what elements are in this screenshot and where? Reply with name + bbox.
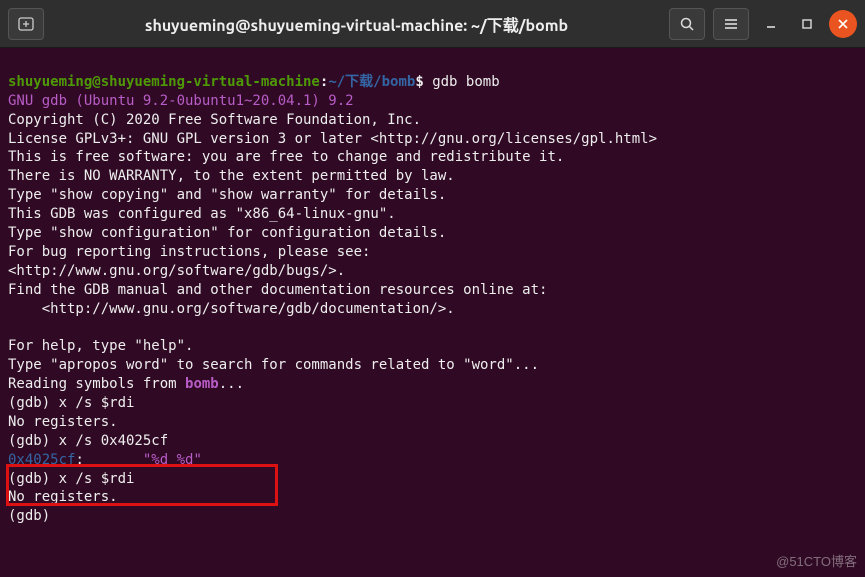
maximize-button[interactable] bbox=[793, 10, 821, 38]
minimize-icon bbox=[765, 18, 777, 30]
memory-address: 0x4025cf bbox=[8, 452, 75, 468]
symbol-file: bomb bbox=[185, 376, 219, 392]
terminal-line: Type "apropos word" to search for comman… bbox=[8, 357, 539, 373]
minimize-button[interactable] bbox=[757, 10, 785, 38]
terminal-line: : bbox=[75, 452, 142, 468]
new-tab-icon bbox=[18, 17, 34, 31]
terminal-line: For help, type "help". bbox=[8, 338, 193, 354]
terminal-line: <http://www.gnu.org/software/gdb/documen… bbox=[8, 301, 455, 317]
terminal-line: Find the GDB manual and other documentat… bbox=[8, 282, 547, 298]
terminal-line: <http://www.gnu.org/software/gdb/bugs/>. bbox=[8, 263, 345, 279]
terminal-line: Type "show configuration" for configurat… bbox=[8, 225, 446, 241]
hamburger-menu-button[interactable] bbox=[713, 8, 749, 40]
close-icon bbox=[837, 18, 849, 30]
terminal-line: No registers. bbox=[8, 414, 118, 430]
maximize-icon bbox=[801, 18, 813, 30]
terminal-line: This is free software: you are free to c… bbox=[8, 149, 564, 165]
terminal-line: There is NO WARRANTY, to the extent perm… bbox=[8, 168, 455, 184]
terminal-line: For bug reporting instructions, please s… bbox=[8, 244, 370, 260]
gdb-prompt-line: (gdb) x /s 0x4025cf bbox=[8, 433, 168, 449]
terminal-line: This GDB was configured as "x86_64-linux… bbox=[8, 206, 396, 222]
terminal-line: ... bbox=[219, 376, 244, 392]
gdb-prompt-line: (gdb) x /s $rdi bbox=[8, 471, 134, 487]
terminal-line: Reading symbols from bbox=[8, 376, 185, 392]
search-icon bbox=[679, 16, 695, 32]
gdb-prompt-line: (gdb) bbox=[8, 508, 59, 524]
terminal-line: No registers. bbox=[8, 489, 118, 505]
window-titlebar: shuyueming@shuyueming-virtual-machine: ~… bbox=[0, 0, 865, 48]
prompt-dollar: $ bbox=[415, 74, 423, 90]
window-title: shuyueming@shuyueming-virtual-machine: ~… bbox=[52, 12, 661, 36]
terminal-line: Copyright (C) 2020 Free Software Foundat… bbox=[8, 112, 421, 128]
prompt-userhost: shuyueming@shuyueming-virtual-machine bbox=[8, 74, 320, 90]
close-button[interactable] bbox=[829, 10, 857, 38]
terminal-line: License GPLv3+: GNU GPL version 3 or lat… bbox=[8, 131, 657, 147]
terminal-line: Type "show copying" and "show warranty" … bbox=[8, 187, 446, 203]
memory-string: "%d %d" bbox=[143, 452, 202, 468]
gdb-version-line: GNU gdb (Ubuntu 9.2-0ubuntu1~20.04.1) 9.… bbox=[8, 93, 354, 109]
command-input: gdb bomb bbox=[424, 74, 500, 90]
watermark: @51CTO博客 bbox=[776, 553, 857, 571]
prompt-path: ~/下载/bomb bbox=[328, 74, 415, 90]
search-button[interactable] bbox=[669, 8, 705, 40]
new-tab-button[interactable] bbox=[8, 8, 44, 40]
hamburger-icon bbox=[723, 16, 739, 32]
terminal-area[interactable]: shuyueming@shuyueming-virtual-machine: ~/… bbox=[0, 48, 865, 577]
gdb-prompt-line: (gdb) x /s $rdi bbox=[8, 395, 134, 411]
